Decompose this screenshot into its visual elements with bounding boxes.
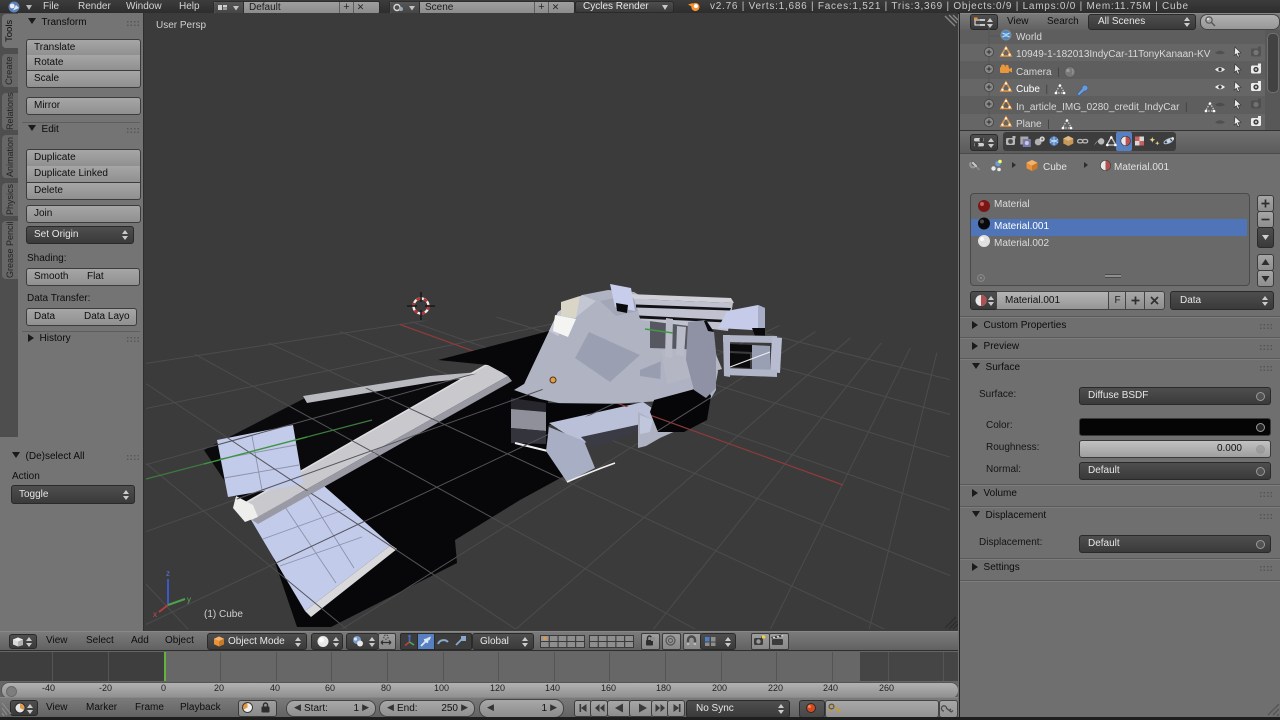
svg-text:z: z: [166, 569, 170, 578]
svg-text:y: y: [187, 595, 191, 604]
svg-text:x: x: [153, 610, 157, 619]
